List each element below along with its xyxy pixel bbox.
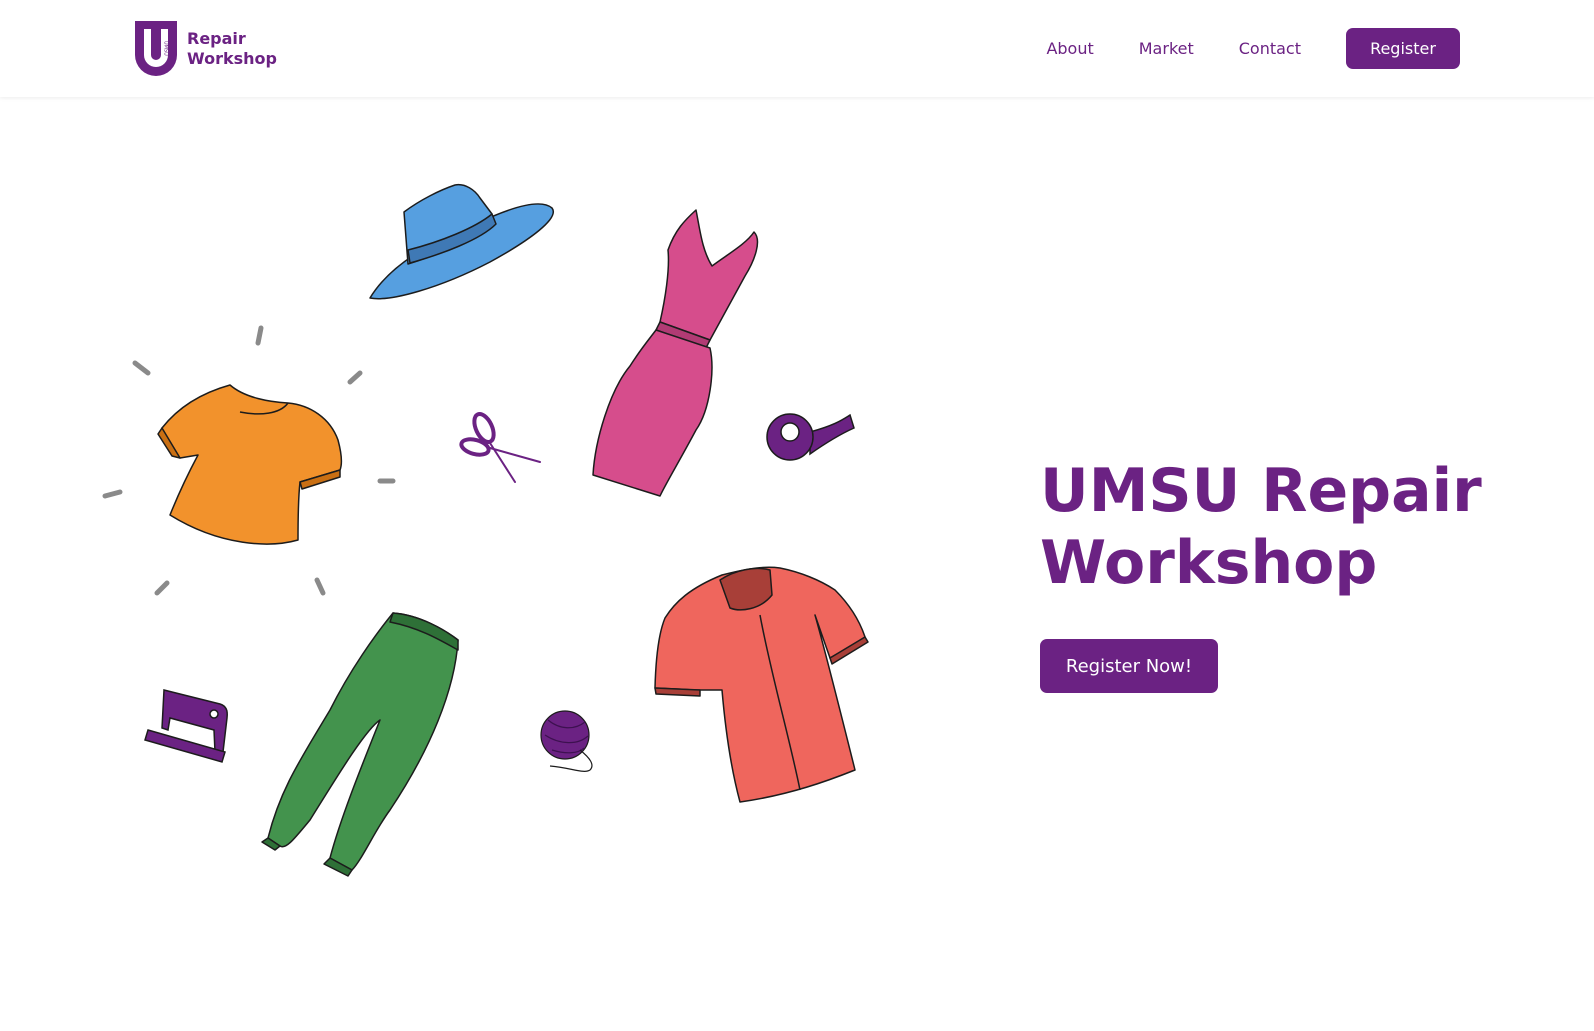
pants-icon [261,612,459,877]
logo-small-text: UMSU [163,41,169,56]
measuring-tape-icon [766,413,855,461]
hero-title-line2: Workshop [1040,528,1378,598]
scissors-icon [459,411,541,483]
hero-title-line1: UMSU Repair [1040,456,1482,526]
logo-line2: Workshop [187,49,277,68]
nav-about[interactable]: About [1046,29,1093,69]
sewing-machine-icon [144,689,228,763]
sun-hat-icon [369,183,555,300]
dress-icon [592,209,759,497]
logo-line1: Repair [187,29,246,48]
clothing-illustration [102,183,869,877]
nav-contact[interactable]: Contact [1239,29,1301,69]
nav-market[interactable]: Market [1139,29,1194,69]
shirt-icon [654,566,869,803]
tshirt-icon [157,384,343,545]
umsu-shield-icon: UMSU [135,21,177,76]
register-button[interactable]: Register [1346,28,1460,69]
main-nav: About Market Contact Register [1046,28,1460,69]
hero-title: UMSU Repair Workshop [1040,455,1540,599]
logo-text: Repair Workshop [187,29,277,69]
logo-link[interactable]: UMSU Repair Workshop [135,21,277,77]
register-now-button[interactable]: Register Now! [1040,639,1218,693]
site-header: UMSU Repair Workshop About Market Contac… [0,0,1594,97]
yarn-ball-icon [540,710,593,772]
hero-section: UMSU Repair Workshop Register Now! [1040,455,1540,693]
